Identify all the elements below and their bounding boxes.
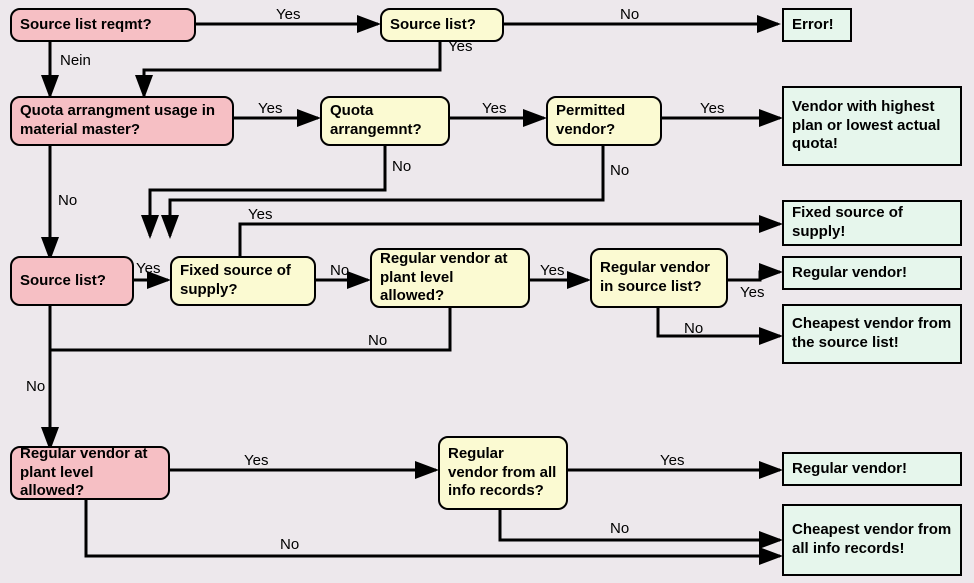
edge-label: No <box>610 520 629 537</box>
edge-label: No <box>280 536 299 553</box>
node-regular-vendor-plant-allowed-2: Regular vendor at plant level allowed? <box>10 446 170 500</box>
node-label: Regular vendor at plant level allowed? <box>380 250 520 306</box>
edge-label: Yes <box>136 260 160 277</box>
edge-label: Yes <box>258 100 282 117</box>
node-regular-vendor-1: Regular vendor! <box>782 256 962 290</box>
node-source-list-reqmt: Source list reqmt? <box>10 8 196 42</box>
edge-label: Yes <box>660 452 684 469</box>
node-label: Permitted vendor? <box>556 102 652 140</box>
node-source-list-top: Source list? <box>380 8 504 42</box>
node-quota-usage: Quota arrangment usage in material maste… <box>10 96 234 146</box>
edge-label: Yes <box>448 38 472 55</box>
node-source-list-left: Source list? <box>10 256 134 306</box>
edge-label: No <box>26 378 45 395</box>
edge-label: Yes <box>276 6 300 23</box>
edge-label: No <box>368 332 387 349</box>
node-label: Source list? <box>390 16 476 35</box>
node-label: Regular vendor from all info records? <box>448 445 558 501</box>
edge-label: Nein <box>60 52 91 69</box>
node-label: Vendor with highest plan or lowest actua… <box>792 98 952 154</box>
edge-label: Yes <box>740 284 764 301</box>
node-regular-vendor-all-info: Regular vendor from all info records? <box>438 436 568 510</box>
node-label: Cheapest vendor from the source list! <box>792 315 952 353</box>
node-label: Fixed source of supply! <box>792 204 952 242</box>
node-label: Error! <box>792 16 834 35</box>
edge-label: No <box>610 162 629 179</box>
edge-label: No <box>330 262 349 279</box>
node-regular-vendor-2: Regular vendor! <box>782 452 962 486</box>
node-fixed-source-result: Fixed source of supply! <box>782 200 962 246</box>
node-label: Source list? <box>20 272 106 291</box>
edge-label: Yes <box>244 452 268 469</box>
edge-label: Yes <box>540 262 564 279</box>
edge-label: No <box>684 320 703 337</box>
edge-label: No <box>392 158 411 175</box>
node-label: Quota arrangment usage in material maste… <box>20 102 224 140</box>
node-regular-vendor-source-list: Regular vendor in source list? <box>590 248 728 308</box>
node-label: Source list reqmt? <box>20 16 152 35</box>
edge-label: Yes <box>700 100 724 117</box>
node-permitted-vendor: Permitted vendor? <box>546 96 662 146</box>
node-label: Regular vendor at plant level allowed? <box>20 445 160 501</box>
edge-label: Yes <box>248 206 272 223</box>
node-vendor-highest-plan: Vendor with highest plan or lowest actua… <box>782 86 962 166</box>
node-label: Quota arrangemnt? <box>330 102 440 140</box>
edge-label: Yes <box>482 100 506 117</box>
node-label: Cheapest vendor from all info records! <box>792 521 952 559</box>
node-error: Error! <box>782 8 852 42</box>
node-cheapest-all-info: Cheapest vendor from all info records! <box>782 504 962 576</box>
edge-label: No <box>620 6 639 23</box>
node-label: Regular vendor! <box>792 460 907 479</box>
node-label: Fixed source of supply? <box>180 262 306 300</box>
node-quota-arrangement: Quota arrangemnt? <box>320 96 450 146</box>
node-label: Regular vendor! <box>792 264 907 283</box>
node-label: Regular vendor in source list? <box>600 259 718 297</box>
node-regular-vendor-plant-allowed: Regular vendor at plant level allowed? <box>370 248 530 308</box>
edge-label: No <box>58 192 77 209</box>
node-fixed-source-q: Fixed source of supply? <box>170 256 316 306</box>
node-cheapest-source-list: Cheapest vendor from the source list! <box>782 304 962 364</box>
